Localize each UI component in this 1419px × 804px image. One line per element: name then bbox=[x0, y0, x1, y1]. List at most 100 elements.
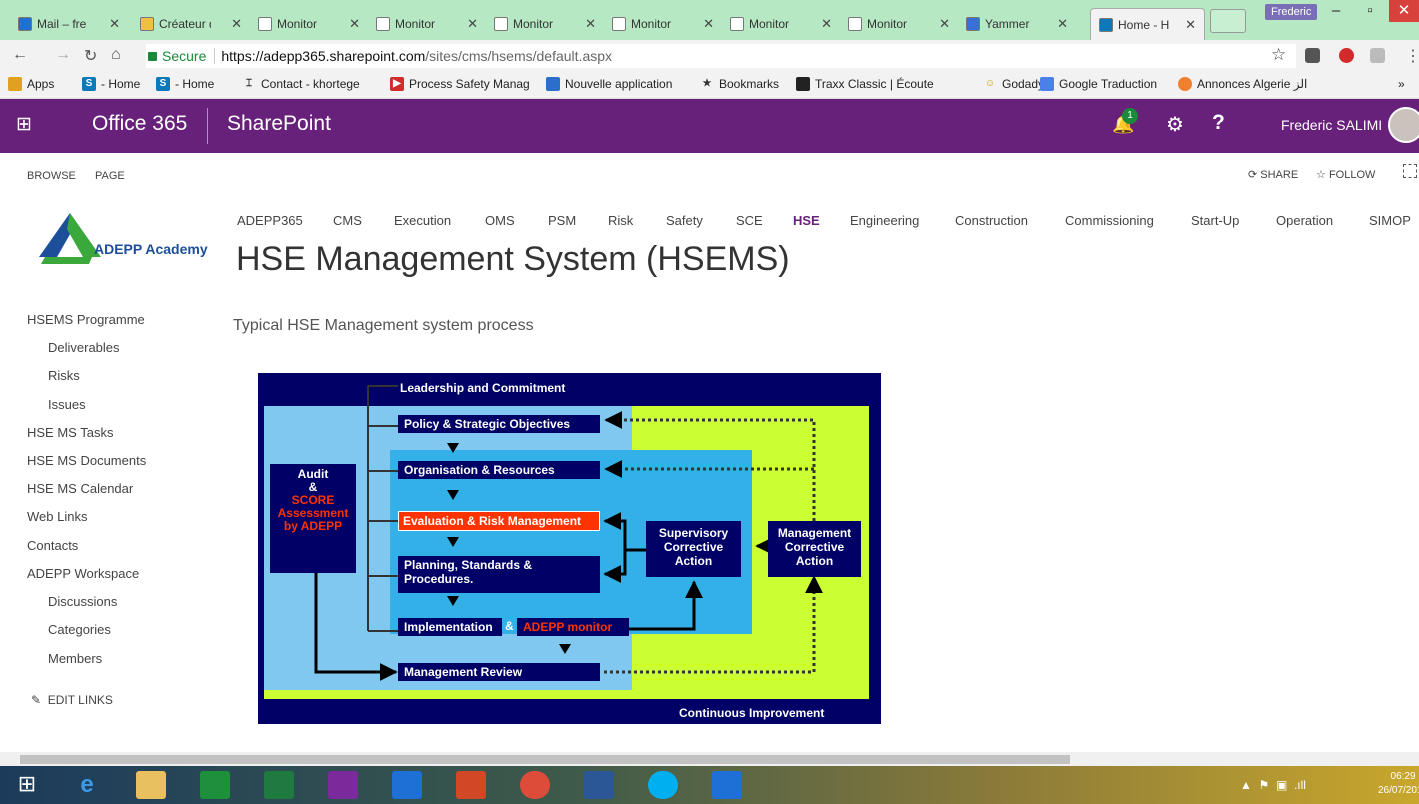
close-tab-icon[interactable]: ✕ bbox=[939, 16, 950, 32]
bookmark[interactable]: S- Home bbox=[82, 77, 140, 91]
help-icon[interactable]: ? bbox=[1212, 111, 1225, 135]
nav-execution[interactable]: Execution bbox=[394, 213, 451, 228]
new-tab-button[interactable] bbox=[1210, 9, 1246, 33]
url-field[interactable]: Secure https://adepp365.sharepoint.com/s… bbox=[146, 44, 1296, 68]
bookmark-apps[interactable]: Apps bbox=[8, 77, 54, 91]
app-launcher-icon[interactable]: ⊞ bbox=[12, 113, 36, 137]
edit-links-button[interactable]: ✎ EDIT LINKS bbox=[31, 693, 113, 707]
close-tab-icon[interactable]: ✕ bbox=[109, 16, 120, 32]
back-icon[interactable]: ← bbox=[12, 46, 28, 64]
clock[interactable]: 06:2926/07/2017 bbox=[1378, 770, 1419, 798]
chrome-icon[interactable] bbox=[520, 771, 550, 799]
nav-deliverables[interactable]: Deliverables bbox=[48, 340, 120, 355]
minimize-button[interactable]: – bbox=[1321, 0, 1351, 22]
windows-start-icon[interactable]: ⊞ bbox=[12, 771, 42, 799]
mail-icon[interactable] bbox=[712, 771, 742, 799]
forward-icon[interactable]: → bbox=[55, 46, 71, 64]
maximize-button[interactable]: ▫ bbox=[1355, 0, 1385, 22]
browser-tab[interactable]: Monitor ✕ bbox=[604, 8, 722, 40]
focus-mode-icon[interactable] bbox=[1403, 164, 1417, 178]
close-tab-icon[interactable]: ✕ bbox=[703, 16, 714, 32]
browser-user-badge[interactable]: Frederic bbox=[1265, 4, 1318, 20]
nav-psm[interactable]: PSM bbox=[548, 213, 576, 228]
nav-adepp-workspace[interactable]: ADEPP Workspace bbox=[27, 566, 139, 581]
browser-tab[interactable]: Monitor ✕ bbox=[250, 8, 368, 40]
browser-tab-active[interactable]: Home - H ✕ bbox=[1090, 8, 1205, 40]
window-close-button[interactable]: ✕ bbox=[1389, 0, 1419, 22]
security-indicator[interactable]: Secure bbox=[148, 48, 216, 64]
follow-button[interactable]: ☆ FOLLOW bbox=[1316, 168, 1375, 181]
nav-commissioning[interactable]: Commissioning bbox=[1065, 213, 1154, 228]
bookmark[interactable]: ▶ Process Safety Manag bbox=[390, 77, 530, 91]
nav-web-links[interactable]: Web Links bbox=[27, 509, 87, 524]
nav-sce[interactable]: SCE bbox=[736, 213, 763, 228]
close-tab-icon[interactable]: ✕ bbox=[1185, 17, 1196, 33]
close-tab-icon[interactable]: ✕ bbox=[585, 16, 596, 32]
file-explorer-icon[interactable] bbox=[136, 771, 166, 799]
powerpoint-icon[interactable] bbox=[456, 771, 486, 799]
browser-tab[interactable]: Yammer ✕ bbox=[958, 8, 1076, 40]
bookmark[interactable]: S- Home bbox=[156, 77, 214, 91]
extension-icon[interactable] bbox=[1305, 48, 1320, 63]
nav-safety[interactable]: Safety bbox=[666, 213, 703, 228]
bookmark[interactable]: Google Traduction bbox=[1040, 77, 1157, 91]
nav-adepp365[interactable]: ADEPP365 bbox=[237, 213, 303, 228]
nav-hse-ms-tasks[interactable]: HSE MS Tasks bbox=[27, 425, 113, 440]
menu-icon[interactable]: ⋮ bbox=[1405, 46, 1419, 66]
nav-simop[interactable]: SIMOP bbox=[1369, 213, 1411, 228]
nav-hsems-programme[interactable]: HSEMS Programme bbox=[27, 312, 145, 327]
nav-members[interactable]: Members bbox=[48, 651, 102, 666]
nav-construction[interactable]: Construction bbox=[955, 213, 1028, 228]
browser-tab[interactable]: Monitor ✕ bbox=[840, 8, 958, 40]
sharepoint-title[interactable]: SharePoint bbox=[227, 112, 331, 136]
share-button[interactable]: ⟳ SHARE bbox=[1248, 168, 1298, 181]
nav-hse[interactable]: HSE bbox=[793, 213, 820, 228]
skype-icon[interactable] bbox=[648, 771, 678, 799]
browser-tab[interactable]: Créateur d ✕ bbox=[132, 8, 250, 40]
nav-oms[interactable]: OMS bbox=[485, 213, 515, 228]
gear-icon[interactable]: ⚙ bbox=[1166, 112, 1184, 137]
scrollbar-thumb[interactable] bbox=[20, 755, 1070, 764]
outlook-icon[interactable] bbox=[392, 771, 422, 799]
nav-categories[interactable]: Categories bbox=[48, 622, 111, 637]
extension-icon[interactable] bbox=[1370, 48, 1385, 63]
nav-cms[interactable]: CMS bbox=[333, 213, 362, 228]
excel-icon[interactable] bbox=[264, 771, 294, 799]
close-tab-icon[interactable]: ✕ bbox=[231, 16, 242, 32]
nav-engineering[interactable]: Engineering bbox=[850, 213, 919, 228]
close-tab-icon[interactable]: ✕ bbox=[1057, 16, 1068, 32]
close-tab-icon[interactable]: ✕ bbox=[821, 16, 832, 32]
browser-tab[interactable]: Mail – fre ✕ bbox=[10, 8, 128, 40]
close-tab-icon[interactable]: ✕ bbox=[467, 16, 478, 32]
store-icon[interactable] bbox=[200, 771, 230, 799]
home-icon[interactable]: ⌂ bbox=[111, 46, 121, 64]
tab-page[interactable]: PAGE bbox=[95, 170, 125, 182]
pinterest-icon[interactable] bbox=[1339, 48, 1354, 63]
office365-title[interactable]: Office 365 bbox=[92, 112, 187, 136]
internet-explorer-icon[interactable]: e bbox=[72, 771, 102, 799]
bookmark-star-icon[interactable]: ☆ bbox=[1271, 45, 1286, 65]
nav-risk[interactable]: Risk bbox=[608, 213, 633, 228]
tab-browse[interactable]: BROWSE bbox=[27, 170, 76, 182]
adepp-logo[interactable] bbox=[37, 211, 217, 266]
close-tab-icon[interactable]: ✕ bbox=[349, 16, 360, 32]
bookmarks-more[interactable]: » bbox=[1398, 77, 1405, 91]
horizontal-scrollbar[interactable] bbox=[0, 752, 1419, 766]
nav-start-up[interactable]: Start-Up bbox=[1191, 213, 1239, 228]
nav-contacts[interactable]: Contacts bbox=[27, 538, 78, 553]
bookmark[interactable]: Annonces Algerie الز bbox=[1178, 77, 1307, 91]
system-tray[interactable]: ▲ ⚑ ▣ .ıll bbox=[1240, 778, 1306, 792]
nav-operation[interactable]: Operation bbox=[1276, 213, 1333, 228]
browser-tab[interactable]: Monitor ✕ bbox=[722, 8, 840, 40]
avatar[interactable] bbox=[1388, 107, 1419, 143]
bookmark[interactable]: Nouvelle application bbox=[546, 77, 672, 91]
nav-hse-ms-documents[interactable]: HSE MS Documents bbox=[27, 453, 146, 468]
browser-tab[interactable]: Monitor ✕ bbox=[368, 8, 486, 40]
word-icon[interactable] bbox=[584, 771, 614, 799]
nav-issues[interactable]: Issues bbox=[48, 397, 86, 412]
nav-hse-ms-calendar[interactable]: HSE MS Calendar bbox=[27, 481, 133, 496]
bookmark[interactable]: ⌶ Contact - khortege bbox=[242, 77, 360, 91]
bookmark[interactable]: ★ Bookmarks bbox=[700, 77, 780, 91]
browser-tab[interactable]: Monitor ✕ bbox=[486, 8, 604, 40]
nav-discussions[interactable]: Discussions bbox=[48, 594, 117, 609]
